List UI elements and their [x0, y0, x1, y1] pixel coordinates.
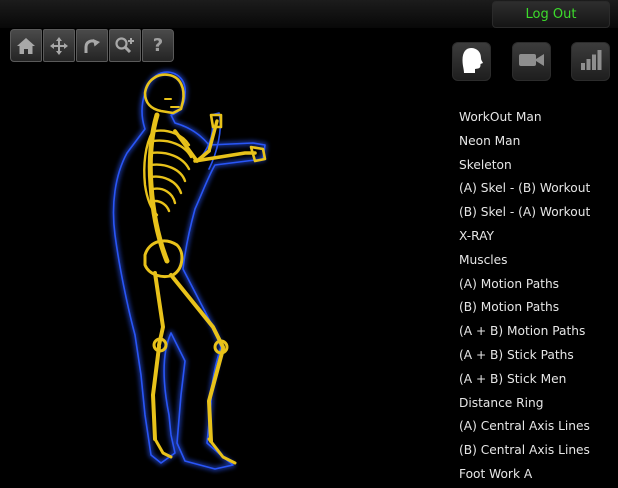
body-outline [111, 69, 268, 472]
signal-bars-icon [579, 48, 603, 76]
menu-item[interactable]: Muscles [459, 251, 590, 275]
menu-item[interactable]: Distance Ring [459, 394, 590, 418]
skeleton-bones [143, 73, 267, 465]
menu-item[interactable]: (A) Central Axis Lines [459, 417, 590, 441]
menu-item[interactable]: (A + B) Stick Men [459, 370, 590, 394]
rotate-button[interactable] [76, 29, 108, 62]
signal-view-button[interactable] [571, 42, 610, 81]
move-button[interactable] [43, 29, 75, 62]
home-icon [16, 37, 36, 55]
menu-item[interactable]: (A) Skel - (B) Workout [459, 179, 590, 203]
menu-item[interactable]: (B) Central Axis Lines [459, 441, 590, 465]
menu-item[interactable]: Skeleton [459, 156, 590, 180]
menu-item[interactable]: X-RAY [459, 227, 590, 251]
menu-item[interactable]: (A + B) Motion Paths [459, 322, 590, 346]
head-profile-icon [459, 46, 485, 78]
zoom-button[interactable] [109, 29, 141, 62]
zoom-icon [114, 36, 136, 56]
home-button[interactable] [10, 29, 42, 62]
rotate-arrow-icon [82, 36, 102, 56]
menu-item[interactable]: (B) Motion Paths [459, 298, 590, 322]
skeleton-figure[interactable] [105, 65, 285, 479]
app-window: Log Out ? WorkOut Man Neon Man Skeleton … [0, 0, 618, 488]
help-button[interactable]: ? [142, 29, 174, 62]
video-camera-icon [518, 51, 546, 73]
top-bar: Log Out [0, 0, 618, 28]
menu-item[interactable]: (A + B) Stick Paths [459, 346, 590, 370]
menu-item[interactable]: (A) Motion Paths [459, 275, 590, 299]
view-mode-menu: WorkOut Man Neon Man Skeleton (A) Skel -… [459, 108, 590, 488]
view-toolbar: ? [10, 29, 174, 62]
menu-item[interactable]: WorkOut Man [459, 108, 590, 132]
logout-button[interactable]: Log Out [492, 1, 610, 28]
menu-item[interactable]: Foot Work A [459, 465, 590, 488]
help-icon: ? [152, 34, 164, 56]
move-arrows-icon [49, 36, 69, 56]
head-view-button[interactable] [452, 42, 491, 81]
menu-item[interactable]: (B) Skel - (A) Workout [459, 203, 590, 227]
menu-item[interactable]: Neon Man [459, 132, 590, 156]
camera-view-button[interactable] [512, 42, 551, 81]
